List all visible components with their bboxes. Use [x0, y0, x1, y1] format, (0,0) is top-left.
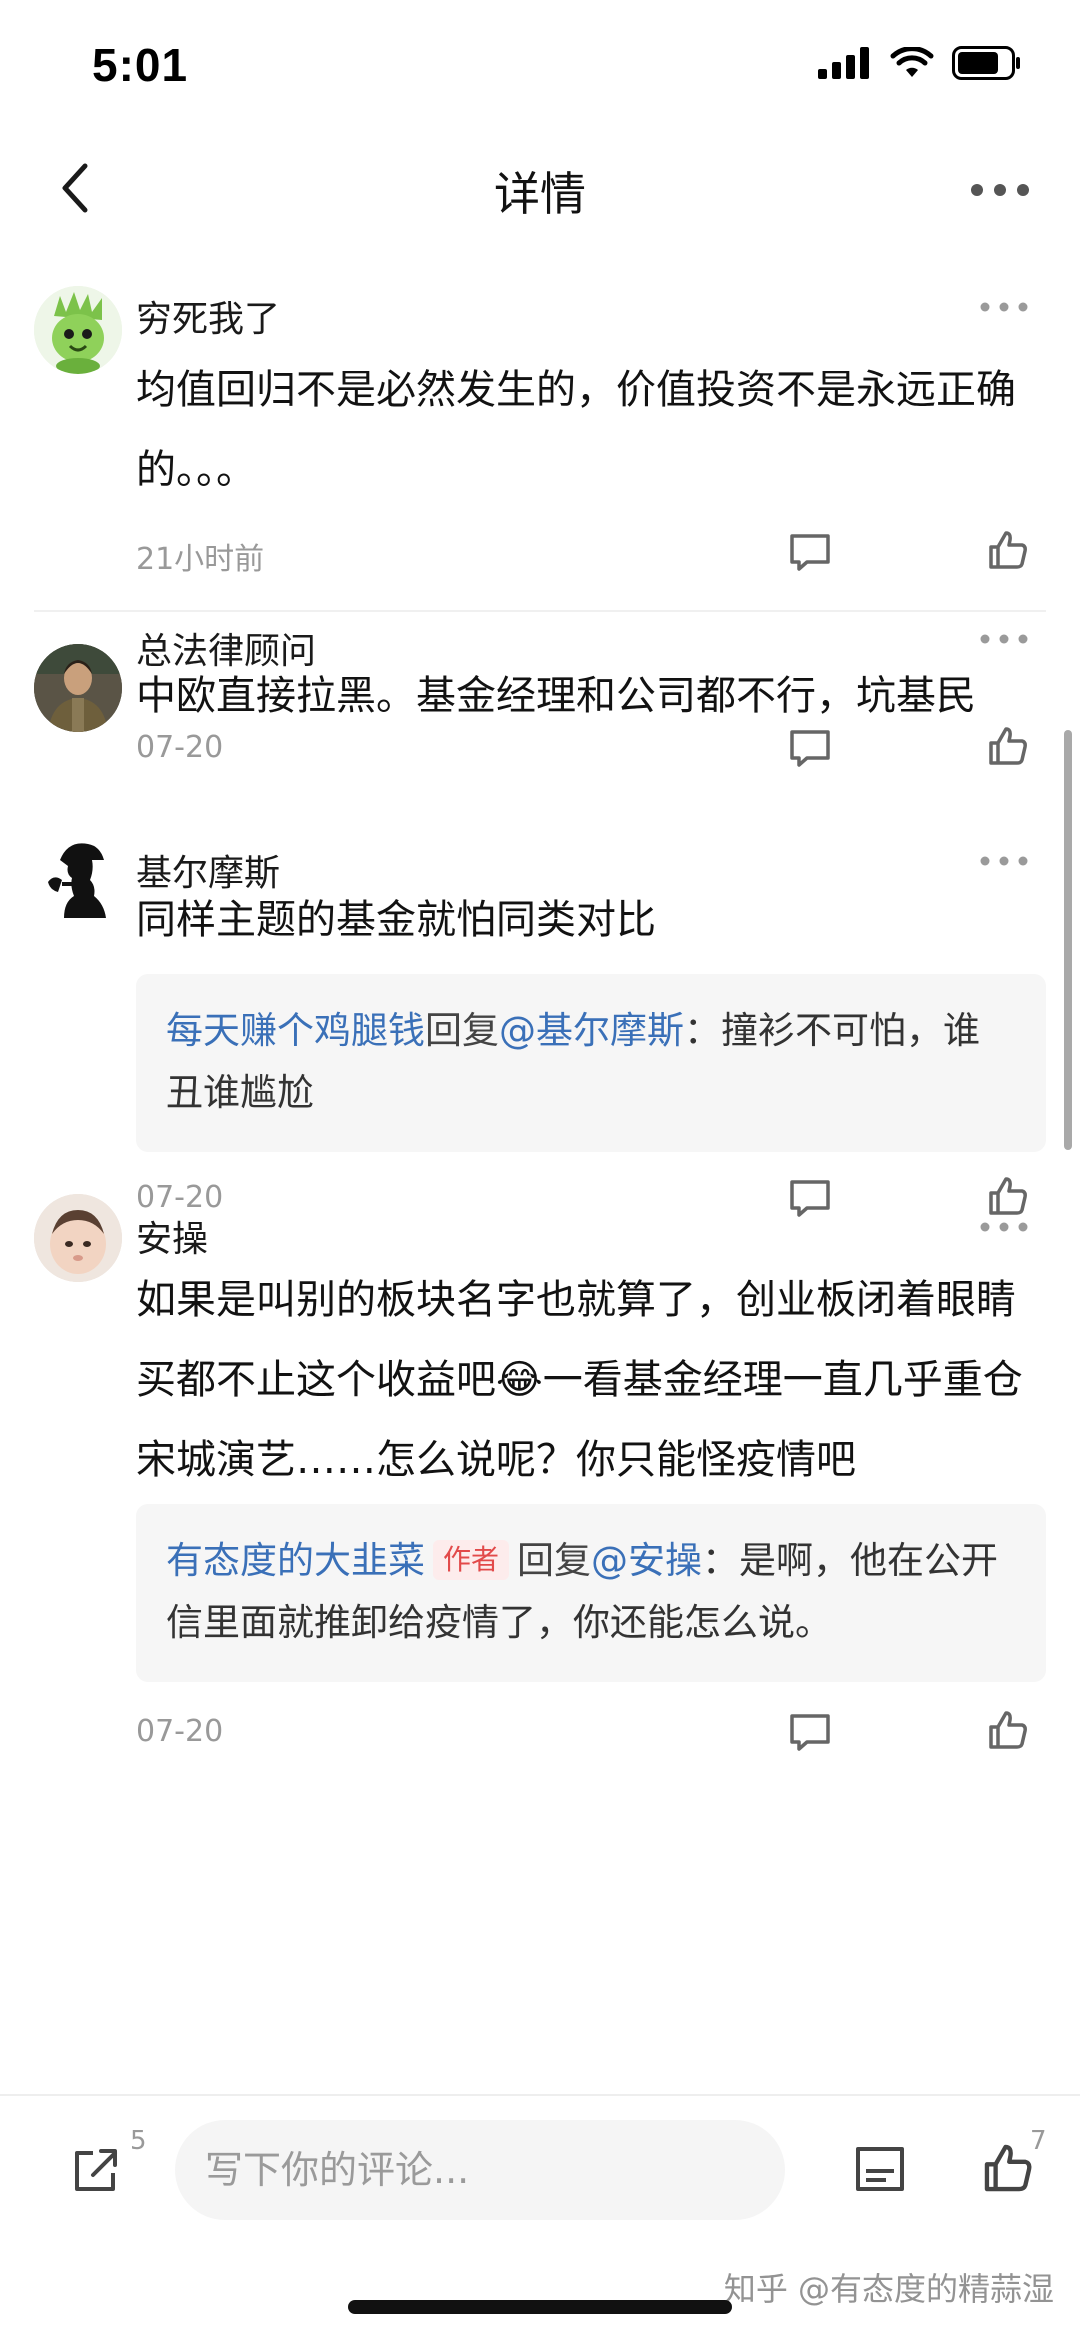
more-options-button[interactable]	[962, 162, 1038, 218]
comment-author[interactable]: 安操	[136, 1210, 208, 1262]
more-dots-icon	[971, 184, 1029, 196]
avatar[interactable]	[34, 644, 122, 732]
thumbs-up-icon	[989, 1711, 1027, 1749]
cellular-signal-icon	[818, 47, 869, 79]
like-button[interactable]	[980, 1702, 1036, 1758]
comment-content: 中欧直接拉黑。基金经理和公司都不行，坑基民	[136, 673, 976, 719]
comment-content: 均值回归不是必然发生的，价值投资不是永远正确的。。。	[136, 367, 1016, 493]
reply-verb: 回复	[425, 1009, 499, 1052]
separator	[34, 610, 1046, 612]
comment-more-button[interactable]	[974, 624, 1034, 654]
like-count: 7	[1030, 2126, 1047, 2156]
page-title: 详情	[494, 167, 586, 221]
comment-bubble-icon	[790, 1180, 830, 1217]
avatar[interactable]	[34, 830, 122, 918]
battery-icon	[952, 46, 1020, 80]
comment-time: 07-20	[136, 1714, 224, 1749]
comment-bubble-icon	[790, 1714, 830, 1751]
avatar-baby-icon	[34, 1194, 122, 1282]
comment-more-button[interactable]	[974, 1212, 1034, 1242]
article-button[interactable]	[850, 2140, 910, 2200]
comment-time: 21小时前	[136, 542, 265, 577]
reply-button[interactable]	[782, 1704, 838, 1760]
thumbs-up-icon	[989, 531, 1027, 569]
share-button[interactable]	[66, 2140, 126, 2200]
status-icons	[818, 46, 1022, 80]
comment-content: 同样主题的基金就怕同类对比	[136, 897, 656, 943]
thumbs-up-icon	[989, 1177, 1027, 1215]
reply-box: 有态度的大韭菜 作者 回复@安操：是啊，他在公开信里面就推卸给疫情了，你还能怎么说。	[136, 1504, 1046, 1682]
reply-from-user[interactable]: 有态度的大韭菜	[166, 1539, 425, 1582]
scrollbar[interactable]	[1064, 730, 1072, 1150]
comment-content: 如果是叫别的板块名字也就算了，创业板闭着眼睛买都不止这个收益吧😂一看基金经理一直…	[136, 1277, 1023, 1483]
more-dots-icon	[980, 856, 1028, 866]
avatar[interactable]	[34, 1194, 122, 1282]
reply-box: 每天赚个鸡腿钱回复@基尔摩斯：撞衫不可怕，谁丑谁尴尬	[136, 974, 1046, 1152]
reply-button[interactable]	[782, 1170, 838, 1226]
comment-item: 安操 如果是叫别的板块名字也就算了，创业板闭着眼睛买都不止这个收益吧😂一看基金经…	[0, 1194, 1080, 2060]
avatar[interactable]	[34, 286, 122, 374]
watermark: 知乎 @有态度的精蒜湿	[723, 2270, 1054, 2308]
avatar-person-icon	[34, 644, 122, 732]
thumbs-up-icon	[989, 727, 1027, 765]
comment-input[interactable]	[175, 2120, 785, 2220]
reply-to-user[interactable]: @基尔摩斯	[499, 1009, 684, 1052]
reply-to-user[interactable]: @安操	[591, 1539, 702, 1582]
like-button[interactable]	[980, 522, 1036, 578]
reply-verb: 回复	[517, 1539, 592, 1582]
comment-bubble-icon	[790, 730, 830, 767]
avatar-sherlock-icon	[34, 830, 122, 918]
wifi-icon	[890, 47, 934, 77]
status-time: 5:01	[92, 39, 189, 91]
home-indicator[interactable]	[348, 2300, 732, 2314]
more-dots-icon	[980, 302, 1028, 312]
author-tag-badge: 作者	[433, 1540, 510, 1580]
share-icon	[75, 2149, 117, 2191]
nav-header: 详情	[0, 140, 1080, 236]
comment-time: 07-20	[136, 730, 224, 765]
article-text-icon	[856, 2147, 904, 2191]
status-bar: 5:01	[0, 0, 1080, 130]
more-dots-icon	[980, 1222, 1028, 1232]
comment-bubble-icon	[790, 534, 830, 571]
bottom-like-button[interactable]	[978, 2136, 1038, 2200]
comment-more-button[interactable]	[974, 846, 1034, 876]
comment-item: 穷死我了 均值回归不是必然发生的，价值投资不是永远正确的。。。 21小时前	[0, 270, 1080, 620]
reply-button[interactable]	[782, 720, 838, 776]
share-count: 5	[130, 2126, 147, 2156]
reply-from-user[interactable]: 每天赚个鸡腿钱	[166, 1009, 425, 1052]
more-dots-icon	[980, 634, 1028, 644]
comment-more-button[interactable]	[974, 292, 1034, 322]
thumbs-up-icon	[984, 2144, 1032, 2192]
comment-author[interactable]: 穷死我了	[136, 290, 280, 342]
reply-button[interactable]	[782, 524, 838, 580]
like-button[interactable]	[980, 718, 1036, 774]
avatar-cactus-icon	[34, 286, 122, 374]
comment-list: 穷死我了 均值回归不是必然发生的，价值投资不是永远正确的。。。 21小时前 总法…	[0, 270, 1080, 2060]
